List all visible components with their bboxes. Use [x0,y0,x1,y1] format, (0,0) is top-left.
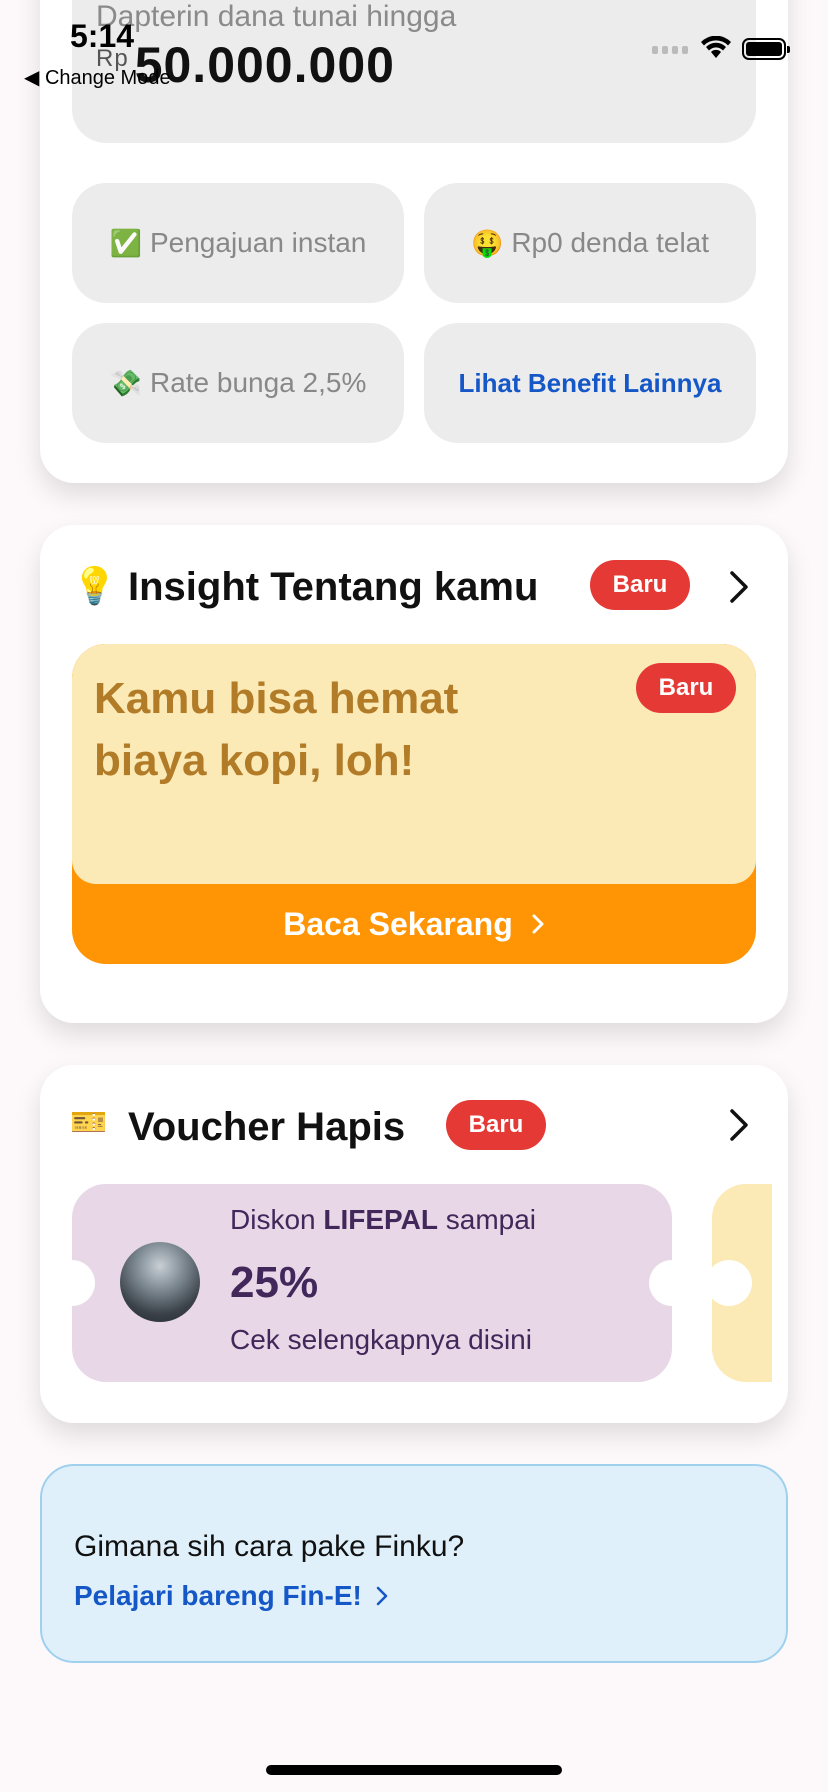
ticket-notch-left [706,1260,752,1306]
read-now-button[interactable]: Baca Sekarang [72,884,756,964]
more-benefits-link[interactable]: Lihat Benefit Lainnya [424,323,756,443]
insight-article-body: Kamu bisa hemat biaya kopi, loh! Baru [72,644,756,884]
voucher-discount: 25% [230,1258,319,1307]
benefit-label: Rp0 denda telat [511,227,710,258]
insight-title: Insight Tentang kamu [128,565,539,609]
benefit-instant-application: ✅ Pengajuan instan [72,183,404,303]
loan-subtitle: Dapterin dana tunai hingga [96,0,457,33]
insight-article-text: Kamu bisa hemat biaya kopi, loh! [94,674,459,785]
benefit-label: Pengajuan instan [149,227,367,258]
read-now-label: Baca Sekarang [283,905,513,942]
new-badge: Baru [446,1100,546,1150]
loan-card: Dapterin dana tunai hingga Rp 50.000.000 … [40,0,788,483]
benefit-label: Rate bunga 2,5% [149,367,367,398]
ticket-notch-left [49,1260,95,1306]
check-icon: ✅ [109,227,142,258]
voucher-card: 🎫 Voucher Hapis Baru Diskon LIFEPAL samp… [40,1065,788,1423]
voucher-item-lifepal[interactable]: Diskon LIFEPAL sampai 25% Cek selengkapn… [49,1184,695,1382]
new-badge: Baru [590,560,690,610]
loan-amount-box[interactable]: Dapterin dana tunai hingga Rp 50.000.000 [72,0,756,143]
new-badge: Baru [636,663,736,713]
voucher-details-text: Cek selengkapnya disini [230,1324,532,1355]
voucher-title: Voucher Hapis [128,1105,406,1149]
voucher-item-next[interactable] [706,1184,772,1382]
insight-article-card[interactable]: Kamu bisa hemat biaya kopi, loh! Baru Ba… [72,644,756,964]
help-question: Gimana sih cara pake Finku? [74,1530,465,1563]
benefit-no-late-fee: 🤑 Rp0 denda telat [424,183,756,303]
learn-with-fin-e-link[interactable]: Pelajari bareng Fin-E! [74,1580,388,1612]
chevron-right-icon [532,914,544,934]
flying-money-icon: 💸 [109,367,142,398]
loan-amount-value: 50.000.000 [134,37,395,93]
help-card[interactable]: Gimana sih cara pake Finku? Pelajari bar… [40,1464,788,1663]
chevron-right-icon [376,1586,388,1606]
lightbulb-icon: 💡 [72,565,117,606]
voucher-brand-image [120,1242,200,1322]
chevron-right-icon[interactable] [728,570,750,604]
loan-amount: Rp 50.000.000 [96,36,395,94]
insight-card: 💡 Insight Tentang kamu Baru Kamu bisa he… [40,525,788,1023]
ticket-notch-right [649,1260,695,1306]
money-face-icon: 🤑 [470,227,504,258]
benefit-interest-rate: 💸 Rate bunga 2,5% [72,323,404,443]
home-indicator[interactable] [266,1765,562,1775]
loan-currency: Rp [96,45,129,72]
help-link-label: Pelajari bareng Fin-E! [74,1580,362,1611]
voucher-brand-name: LIFEPAL [323,1204,438,1235]
ticket-icon: 🎫 [70,1106,108,1139]
chevron-right-icon[interactable] [728,1108,750,1142]
voucher-description: Diskon LIFEPAL sampai [230,1204,537,1235]
